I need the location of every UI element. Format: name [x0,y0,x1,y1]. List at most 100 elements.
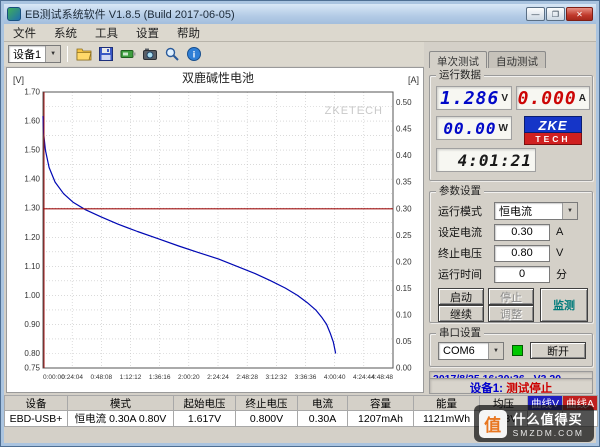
table-cell: 1207mAh [348,411,414,427]
device-icon[interactable] [118,44,138,64]
set-current-input[interactable] [494,223,550,241]
svg-text:2:48:28: 2:48:28 [236,374,258,381]
cutoff-voltage-input[interactable] [494,244,550,262]
menu-system[interactable]: 系统 [45,24,86,42]
open-folder-icon[interactable] [74,44,94,64]
svg-text:0.90: 0.90 [24,320,40,329]
svg-text:0.50: 0.50 [396,98,412,107]
time-display: 4:01:21 [436,148,536,172]
resume-button[interactable]: 继续 [438,305,484,322]
run-mode-label: 运行模式 [438,206,482,218]
adjust-button[interactable]: 调整 [488,305,534,322]
right-panel: 单次测试 自动测试 运行数据 1.286 V 0.000 A 00.00 W Z… [427,51,595,395]
column-header: 能量 [414,395,480,411]
params-group-label: 参数设置 [436,185,484,197]
svg-text:0.05: 0.05 [396,337,412,346]
device-select[interactable]: 设备1 ▼ [8,45,62,63]
svg-text:0.75: 0.75 [24,364,40,373]
svg-text:1:36:16: 1:36:16 [149,374,171,381]
svg-text:3:36:36: 3:36:36 [295,374,317,381]
minimize-button[interactable]: — [526,7,545,21]
close-button[interactable]: ✕ [566,7,593,21]
zketech-logo: ZKE TECH [524,116,582,145]
svg-text:0.00: 0.00 [396,364,412,373]
toolbar-separator [67,46,69,62]
chevron-down-icon[interactable]: ▼ [562,203,577,219]
connection-led [512,345,523,356]
smzdm-name: 什么值得买 [512,412,583,427]
stop-button[interactable]: 停止 [488,288,534,305]
zoom-icon[interactable] [162,44,182,64]
menu-tools[interactable]: 工具 [86,24,127,42]
logo-top: ZKE [524,116,582,133]
save-icon[interactable] [96,44,116,64]
menu-help[interactable]: 帮助 [168,24,209,42]
status-device: 设备1: [469,383,504,394]
column-header: 电流 [298,395,348,411]
com-port-select[interactable]: COM6 ▼ [438,342,504,360]
cutoff-voltage-unit: V [556,247,564,259]
run-data-group: 运行数据 1.286 V 0.000 A 00.00 W ZKE TECH 4:… [429,69,593,181]
svg-text:3:12:32: 3:12:32 [265,374,287,381]
svg-text:0.10: 0.10 [396,310,412,319]
run-time-unit: 分 [556,269,567,281]
current-unit: A [578,92,586,104]
status-state: 设备1: 测试停止 [429,378,593,394]
menu-bar: 文件 系统 工具 设置 帮助 [4,24,596,42]
run-data-group-label: 运行数据 [436,69,484,81]
svg-text:0.20: 0.20 [396,257,412,266]
run-mode-select[interactable]: 恒电流 ▼ [494,202,578,220]
toolbar: 设备1 ▼ i [4,42,424,66]
device-select-value: 设备1 [13,49,42,61]
svg-text:1.30: 1.30 [24,204,40,213]
svg-text:1.50: 1.50 [24,146,40,155]
svg-text:4:00:40: 4:00:40 [324,374,346,381]
run-time-input[interactable] [494,265,550,283]
svg-text:1.10: 1.10 [24,262,40,271]
voltage-unit: V [501,92,508,104]
svg-text:0.80: 0.80 [24,349,40,358]
tab-strip: 单次测试 自动测试 [429,51,547,68]
svg-text:2:24:24: 2:24:24 [207,374,229,381]
table-cell: 0.800V [236,411,298,427]
svg-text:1.20: 1.20 [24,233,40,242]
column-header: 终止电压 [236,395,298,411]
svg-text:0.40: 0.40 [396,151,412,160]
svg-text:[V]: [V] [13,75,24,85]
voltage-display: 1.286 V [436,86,512,110]
title-bar: EB测试系统软件 V1.8.5 (Build 2017-06-05) — ❐ ✕ [4,4,596,24]
time-value: 4:01:21 [457,150,532,170]
status-text: 测试停止 [506,383,553,394]
serial-group: 串口设置 COM6 ▼ 断开 [429,327,593,367]
serial-group-label: 串口设置 [436,327,484,339]
power-unit: W [498,122,508,134]
chevron-down-icon[interactable]: ▼ [45,46,61,62]
column-header: 起始电压 [174,395,236,411]
svg-text:4:48:48: 4:48:48 [371,374,393,381]
discharge-chart: 双鹿碱性电池[V] [A]ZKETECH0:00:000:24:04 0:48:08… [7,68,423,392]
svg-text:2:00:20: 2:00:20 [178,374,200,381]
start-button[interactable]: 启动 [438,288,484,305]
tab-single-test[interactable]: 单次测试 [429,51,487,68]
svg-text:[A]: [A] [408,75,419,85]
maximize-button[interactable]: ❐ [546,7,565,21]
column-header: 容量 [348,395,414,411]
svg-text:1.70: 1.70 [24,88,40,97]
tab-auto-test[interactable]: 自动测试 [488,51,546,68]
logo-bottom: TECH [524,133,582,145]
menu-settings[interactable]: 设置 [127,24,168,42]
smzdm-watermark: 值 什么值得买 SMZDM.COM [473,405,594,442]
menu-file[interactable]: 文件 [4,24,45,42]
monitor-button[interactable]: 监测 [540,288,588,322]
column-header: 设备 [4,395,68,411]
table-cell: 0.30A [298,411,348,427]
disconnect-button[interactable]: 断开 [530,342,586,359]
chevron-down-icon[interactable]: ▼ [488,343,503,359]
svg-text:1.40: 1.40 [24,175,40,184]
table-cell: EBD-USB+ [4,411,68,427]
about-icon[interactable]: i [184,44,204,64]
screenshot-icon[interactable] [140,44,160,64]
svg-text:ZKETECH: ZKETECH [325,105,383,117]
run-time-label: 运行时间 [438,269,482,281]
table-cell: 恒电流 0.30A 0.80V [68,411,174,427]
